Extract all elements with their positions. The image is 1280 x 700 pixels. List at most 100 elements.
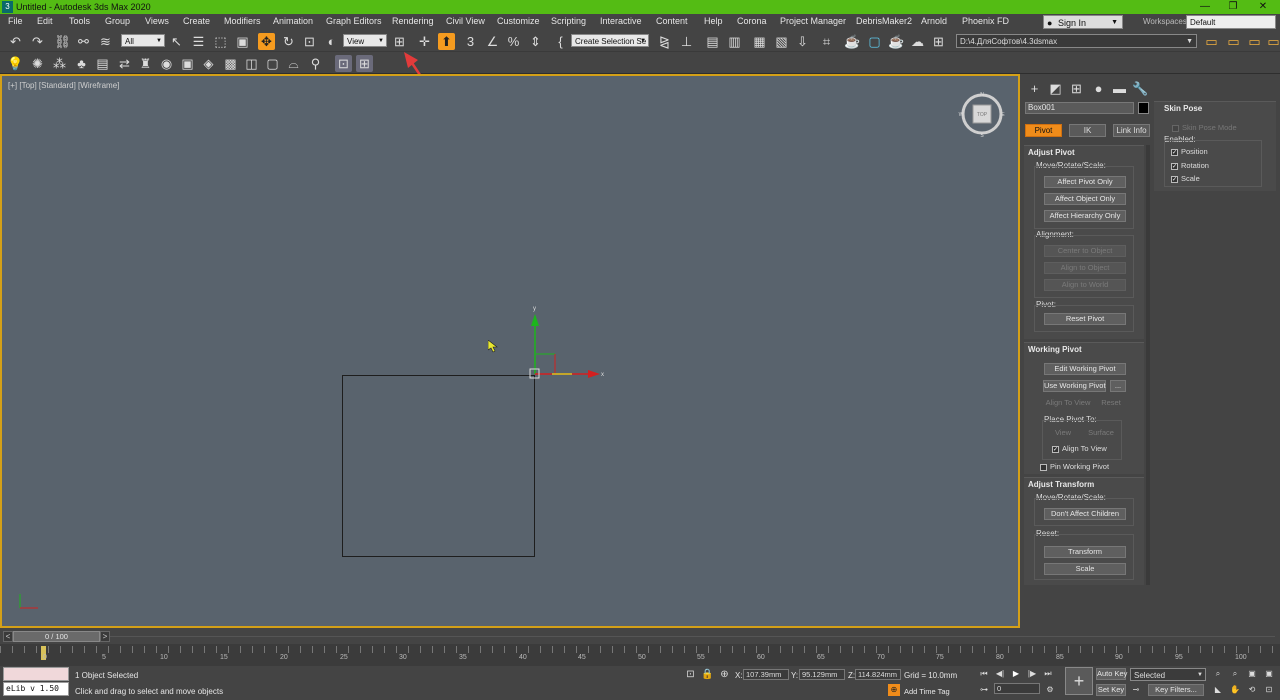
place-surface-button[interactable]: Surface bbox=[1084, 428, 1118, 440]
rendered-frame-window-icon[interactable]: ▢ bbox=[866, 33, 883, 50]
time-slider-next-button[interactable]: > bbox=[100, 631, 110, 642]
create-tab-icon[interactable]: + bbox=[1026, 80, 1043, 97]
set-key-big-button[interactable]: + bbox=[1065, 667, 1093, 695]
tab-link-info[interactable]: Link Info bbox=[1113, 124, 1150, 137]
key-filter-set-select[interactable]: Selected ▼ bbox=[1130, 668, 1206, 681]
menu-corona[interactable]: Corona bbox=[737, 16, 767, 26]
tab-pivot[interactable]: Pivot bbox=[1025, 124, 1062, 137]
isolate-selection-icon[interactable]: ⊡ bbox=[682, 666, 699, 683]
minimize-button[interactable]: — bbox=[1190, 0, 1220, 14]
reset-pivot-button[interactable]: Reset Pivot bbox=[1044, 313, 1126, 325]
viewcube[interactable]: TOP N S E W bbox=[958, 90, 1006, 138]
menu-group[interactable]: Group bbox=[105, 16, 130, 26]
edit-working-pivot-button[interactable]: Edit Working Pivot bbox=[1044, 363, 1126, 375]
window-crossing-icon[interactable]: ▣ bbox=[234, 33, 251, 50]
schematic-view-icon[interactable]: ⇩ bbox=[794, 33, 811, 50]
angle-snap-icon[interactable]: ∠ bbox=[484, 33, 501, 50]
sun-icon[interactable]: ✺ bbox=[29, 55, 46, 72]
render-region-icon[interactable]: ◫ bbox=[243, 55, 260, 72]
named-selection-select[interactable]: Create Selection Se ▼ bbox=[571, 34, 649, 47]
maxscript-listener-top[interactable] bbox=[3, 667, 69, 681]
gizmo-x-arrow[interactable] bbox=[588, 370, 600, 378]
project-folder-select[interactable]: D:\4.ДляСофтов\4.3dsmax ▼ bbox=[956, 34, 1197, 48]
selection-lock-icon[interactable]: 🔒 bbox=[699, 666, 716, 683]
gizmo-y-arrow[interactable] bbox=[531, 314, 539, 326]
time-slider-track[interactable] bbox=[110, 636, 1275, 637]
select-object-icon[interactable]: ↖ bbox=[168, 33, 185, 50]
box001-wireframe[interactable] bbox=[342, 375, 535, 557]
dont-affect-children-button[interactable]: Don't Affect Children bbox=[1044, 508, 1126, 520]
skin-pose-mode-checkbox[interactable]: Skin Pose Mode bbox=[1172, 123, 1237, 132]
current-frame-field[interactable]: 0 bbox=[994, 683, 1040, 694]
align-to-view-checkbox[interactable]: ✓ Align To View bbox=[1052, 444, 1107, 453]
unlink-icon[interactable]: ⚯ bbox=[75, 33, 92, 50]
render-setup-icon[interactable]: ☕ bbox=[844, 33, 861, 50]
scale-checkbox[interactable]: ✓ Scale bbox=[1171, 174, 1200, 183]
place-view-button[interactable]: View bbox=[1046, 428, 1080, 440]
curve-editor-icon[interactable]: ▧ bbox=[773, 33, 790, 50]
object-color-swatch[interactable] bbox=[1138, 102, 1149, 114]
x-coordinate-field[interactable]: 107.39mm bbox=[743, 669, 789, 680]
save-folder-icon[interactable]: ▭ bbox=[1225, 33, 1242, 50]
rotation-checkbox[interactable]: ✓ Rotation bbox=[1171, 161, 1209, 170]
align-to-world-button[interactable]: Align to World bbox=[1044, 279, 1126, 291]
sign-in-button[interactable]: ● Sign In ▼ bbox=[1043, 15, 1123, 29]
select-manipulate-icon[interactable]: ✛ bbox=[416, 33, 433, 50]
light-lister-icon[interactable]: ⚲ bbox=[307, 55, 324, 72]
go-to-end-icon[interactable]: ⏭ bbox=[1042, 668, 1054, 680]
selection-filter-select[interactable]: All ▼ bbox=[121, 34, 165, 47]
previous-frame-icon[interactable]: ◀| bbox=[994, 668, 1006, 680]
arnold-render-icon[interactable]: ⊡ bbox=[335, 55, 352, 72]
use-working-pivot-button[interactable]: Use Working Pivot bbox=[1043, 380, 1106, 392]
affect-pivot-only-button[interactable]: Affect Pivot Only bbox=[1044, 176, 1126, 188]
menu-arnold[interactable]: Arnold bbox=[921, 16, 947, 26]
working-pivot-options-button[interactable]: ... bbox=[1110, 380, 1126, 392]
tab-ik[interactable]: IK bbox=[1069, 124, 1106, 137]
select-and-place-icon[interactable]: ◐ bbox=[323, 33, 340, 50]
menu-edit[interactable]: Edit bbox=[37, 16, 53, 26]
keyboard-shortcut-override-icon[interactable]: ⬆ bbox=[438, 33, 455, 50]
command-panel-scrollbar[interactable] bbox=[1146, 145, 1150, 585]
edit-named-selection-icon[interactable]: { bbox=[552, 33, 569, 50]
select-and-move-icon[interactable]: ✥ bbox=[258, 33, 275, 50]
percent-snap-icon[interactable]: % bbox=[505, 33, 522, 50]
region-icon[interactable]: ▢ bbox=[264, 55, 281, 72]
light-bulb-icon[interactable]: 💡 bbox=[7, 55, 24, 72]
interactive-render-icon[interactable]: ◉ bbox=[158, 55, 175, 72]
move-gizmo[interactable]: y x bbox=[522, 304, 612, 384]
reset-working-pivot-button[interactable]: Reset bbox=[1096, 398, 1126, 410]
arnold-ipr-icon[interactable]: ⊞ bbox=[356, 55, 373, 72]
frame-buffer-icon[interactable]: ▣ bbox=[179, 55, 196, 72]
reset-scale-button[interactable]: Scale bbox=[1044, 563, 1126, 575]
set-key-button[interactable]: Set Key bbox=[1096, 684, 1126, 696]
menu-content[interactable]: Content bbox=[656, 16, 688, 26]
align-to-object-button[interactable]: Align to Object bbox=[1044, 262, 1126, 274]
zoom-all-icon[interactable]: ⌕ bbox=[1229, 668, 1241, 680]
maximize-button[interactable]: ❐ bbox=[1218, 0, 1248, 14]
working-pivot-title[interactable]: Working Pivot bbox=[1028, 345, 1082, 354]
select-by-name-icon[interactable]: ☰ bbox=[190, 33, 207, 50]
utilities-tab-icon[interactable]: 🔧 bbox=[1132, 80, 1149, 97]
auto-key-button[interactable]: Auto Key bbox=[1096, 668, 1127, 680]
field-of-view-icon[interactable]: ◣ bbox=[1212, 684, 1224, 696]
add-time-tag[interactable]: Add Time Tag bbox=[904, 687, 950, 696]
scene-converter-icon[interactable]: ◈ bbox=[200, 55, 217, 72]
select-and-scale-icon[interactable]: ⊡ bbox=[301, 33, 318, 50]
material-editor-icon[interactable]: ⌗ bbox=[818, 33, 835, 50]
layer-explorer-icon[interactable]: ▥ bbox=[726, 33, 743, 50]
reset-transform-button[interactable]: Transform bbox=[1044, 546, 1126, 558]
time-slider-prev-button[interactable]: < bbox=[3, 631, 13, 642]
zoom-extents-all-icon[interactable]: ▣ bbox=[1263, 668, 1275, 680]
zoom-extents-icon[interactable]: ▣ bbox=[1246, 668, 1258, 680]
adjust-transform-title[interactable]: Adjust Transform bbox=[1028, 480, 1094, 489]
adjust-pivot-title[interactable]: Adjust Pivot bbox=[1028, 148, 1075, 157]
link-icon[interactable]: ⛓ bbox=[54, 33, 71, 50]
maximize-viewport-icon[interactable]: ⊡ bbox=[1263, 684, 1275, 696]
key-icon[interactable]: ⊸ bbox=[1130, 684, 1142, 696]
key-mode-icon[interactable]: ⊶ bbox=[978, 684, 990, 696]
render-in-cloud-icon[interactable]: ☁ bbox=[909, 33, 926, 50]
open-folder-icon[interactable]: ▭ bbox=[1203, 33, 1220, 50]
orbit-icon[interactable]: ⟲ bbox=[1246, 684, 1258, 696]
menu-create[interactable]: Create bbox=[183, 16, 210, 26]
motion-tab-icon[interactable]: ● bbox=[1090, 80, 1107, 97]
